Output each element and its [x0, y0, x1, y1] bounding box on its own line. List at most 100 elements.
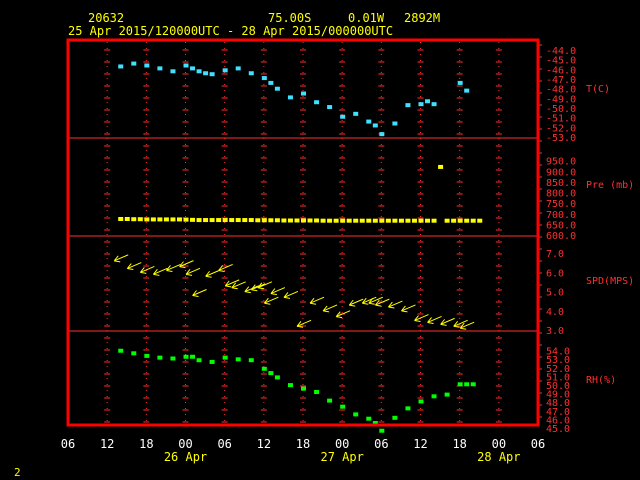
wind-arrow: [152, 267, 168, 276]
data-point: [176, 217, 182, 222]
data-point: [261, 76, 267, 81]
wind-arrow-path: [348, 298, 364, 307]
data-point: [314, 390, 320, 395]
x-date-label: 27 Apr: [320, 450, 363, 464]
data-point: [170, 356, 176, 361]
data-point: [248, 218, 254, 223]
y-tick-label: 7.0: [546, 249, 564, 260]
data-point: [144, 63, 150, 68]
y-tick-label: 5.0: [546, 288, 564, 299]
data-point: [392, 121, 398, 126]
data-point: [398, 218, 404, 223]
data-point: [157, 217, 163, 222]
data-point: [372, 123, 378, 128]
data-point: [144, 353, 150, 358]
wind-arrow: [348, 298, 364, 307]
x-tick-label: 06: [374, 437, 388, 451]
data-point: [203, 218, 209, 223]
data-point: [314, 218, 320, 223]
wind-arrow-path: [283, 290, 299, 299]
wind-arrow: [270, 287, 286, 296]
data-point: [183, 354, 189, 359]
station-lat: 75.00S: [268, 11, 311, 25]
data-point: [118, 348, 124, 353]
data-point: [366, 416, 372, 421]
data-point: [268, 80, 274, 85]
data-point: [353, 412, 359, 417]
data-point: [190, 66, 196, 71]
x-tick-label: 18: [139, 437, 153, 451]
wind-arrow: [179, 260, 194, 269]
x-tick-label: 12: [257, 437, 271, 451]
data-point: [431, 102, 437, 107]
x-date-label: 28 Apr: [477, 450, 520, 464]
grid: [68, 42, 542, 423]
data-point: [287, 383, 293, 388]
y-tick-label: 600.0: [546, 231, 576, 242]
wind-arrow-path: [113, 254, 129, 263]
data-point: [405, 103, 411, 108]
series-label: Pre (mb): [586, 180, 634, 191]
wind-arrow: [231, 281, 246, 290]
wind-arrow: [440, 317, 455, 326]
data-point: [131, 61, 137, 66]
data-point: [222, 68, 228, 73]
wind-arrow-path: [263, 296, 279, 305]
y-tick-label: 700.0: [546, 210, 576, 221]
data-point: [405, 218, 411, 223]
data-point: [209, 359, 215, 364]
data-point: [203, 71, 209, 76]
data-point: [229, 218, 235, 223]
data-point: [405, 406, 411, 411]
data-point: [327, 398, 333, 403]
data-point: [425, 218, 431, 223]
wind-arrow: [335, 310, 351, 319]
data-point: [418, 218, 424, 223]
wind-arrow: [309, 296, 325, 305]
y-tick-label: 4.0: [546, 307, 564, 318]
data-point: [209, 72, 215, 77]
data-point: [118, 217, 124, 221]
x-tick-label: 18: [296, 437, 310, 451]
data-point: [431, 218, 437, 223]
wind-arrow-path: [309, 296, 325, 305]
data-point: [431, 394, 437, 399]
y-tick-label: 3.0: [546, 326, 564, 337]
data-point: [157, 66, 163, 71]
data-point: [144, 217, 150, 222]
wind-arrow: [322, 304, 338, 313]
data-point: [470, 218, 476, 223]
data-point: [457, 80, 463, 85]
data-point: [261, 366, 267, 371]
wind-arrow-path: [126, 262, 142, 271]
data-point: [196, 358, 202, 363]
page-number: 2: [14, 466, 21, 479]
data-point: [438, 164, 444, 169]
wind-arrow-path: [387, 300, 403, 309]
wind-arrow: [459, 321, 475, 330]
wind-arrow-path: [374, 298, 390, 307]
data-point: [314, 100, 320, 105]
data-point: [346, 218, 352, 223]
data-point: [170, 69, 176, 74]
data-point: [301, 386, 306, 391]
data-point: [366, 119, 372, 124]
x-tick-label: 06: [217, 437, 231, 451]
y-tick-label: 900.0: [546, 167, 576, 178]
data-point: [372, 218, 378, 223]
data-point: [131, 217, 137, 222]
data-point: [255, 218, 261, 223]
data-point: [216, 218, 222, 223]
data-point: [307, 218, 313, 223]
x-tick-label: 12: [100, 437, 114, 451]
wind-arrow: [414, 314, 429, 323]
data-point: [261, 218, 267, 223]
data-point: [268, 371, 274, 376]
wind-arrow-path: [440, 317, 455, 326]
series-label: SPD(MPS): [586, 276, 634, 287]
data-point: [353, 218, 359, 223]
data-point: [353, 111, 359, 116]
data-point: [301, 91, 306, 96]
x-tick-label: 00: [178, 437, 192, 451]
wind-arrow: [192, 289, 207, 297]
